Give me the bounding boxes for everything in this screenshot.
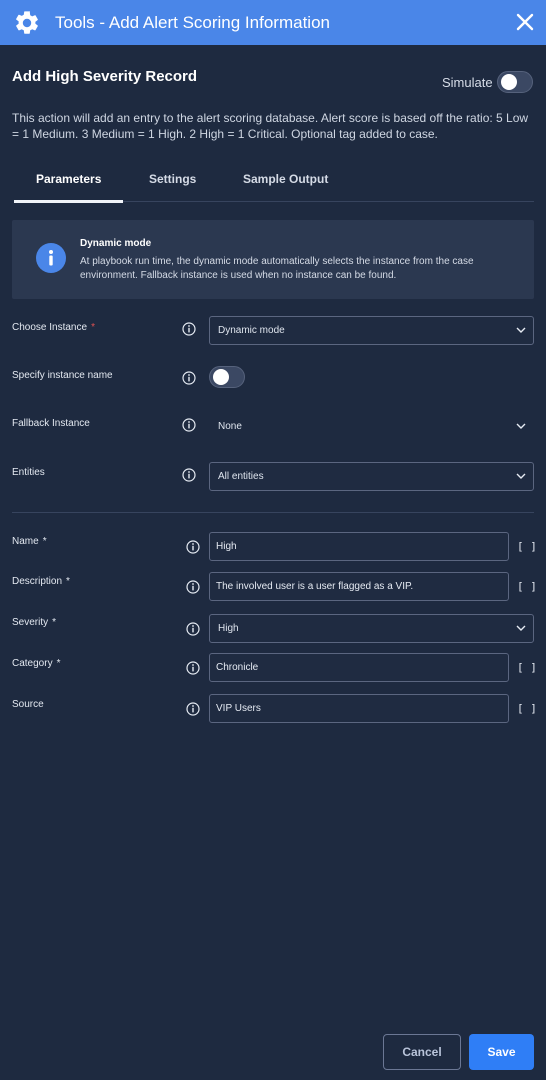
source-input[interactable]: VIP Users: [209, 694, 509, 723]
info-text: At playbook run time, the dynamic mode a…: [80, 256, 474, 281]
info-title: Dynamic mode: [80, 238, 152, 249]
specify-instance-name-toggle[interactable]: [209, 366, 245, 388]
entities-label: Entities: [12, 467, 45, 478]
cancel-button[interactable]: Cancel: [383, 1034, 461, 1070]
info-circle-icon[interactable]: [186, 622, 200, 636]
fallback-instance-label: Fallback Instance: [12, 418, 90, 429]
description-input[interactable]: The involved user is a user flagged as a…: [209, 572, 509, 601]
chevron-down-icon: [516, 327, 526, 333]
specify-instance-name-label: Specify instance name: [12, 370, 113, 381]
info-icon: [36, 243, 66, 273]
placeholder-brackets-button[interactable]: [ ]: [517, 661, 537, 674]
placeholder-brackets-button[interactable]: [ ]: [517, 702, 537, 715]
tab-settings[interactable]: Settings: [149, 172, 196, 186]
severity-select[interactable]: High: [209, 614, 534, 643]
name-input[interactable]: High: [209, 532, 509, 561]
tab-sample-output[interactable]: Sample Output: [243, 172, 328, 186]
record-title: Add High Severity Record: [12, 68, 198, 85]
active-tab-indicator: [14, 200, 123, 203]
source-label: Source: [12, 699, 44, 710]
description-label: Description *: [12, 576, 70, 587]
info-circle-icon[interactable]: [186, 661, 200, 675]
severity-label: Severity *: [12, 617, 57, 628]
placeholder-brackets-button[interactable]: [ ]: [517, 580, 537, 593]
info-circle-icon[interactable]: [182, 322, 196, 336]
chevron-down-icon: [516, 625, 526, 631]
info-circle-icon[interactable]: [186, 580, 200, 594]
window-title: Tools - Add Alert Scoring Information: [55, 13, 330, 32]
info-circle-icon[interactable]: [186, 702, 200, 716]
placeholder-brackets-button[interactable]: [ ]: [517, 540, 537, 553]
chevron-down-icon: [516, 473, 526, 479]
section-divider: [12, 512, 534, 513]
simulate-label: Simulate: [442, 75, 493, 90]
choose-instance-label: Choose Instance *: [12, 322, 95, 333]
toggle-knob: [213, 369, 229, 385]
name-label: Name *: [12, 536, 47, 547]
info-circle-icon[interactable]: [186, 540, 200, 554]
dynamic-mode-info: Dynamic mode At playbook run time, the d…: [12, 220, 534, 299]
action-description: This action will add an entry to the ale…: [12, 111, 529, 141]
entities-select[interactable]: All entities: [209, 462, 534, 491]
choose-instance-select[interactable]: Dynamic mode: [209, 316, 534, 345]
fallback-instance-select[interactable]: None: [209, 412, 534, 441]
gear-icon: [16, 11, 38, 34]
close-icon[interactable]: [515, 12, 535, 32]
simulate-toggle[interactable]: [497, 71, 533, 93]
tab-parameters[interactable]: Parameters: [36, 172, 101, 186]
chevron-down-icon: [516, 423, 526, 429]
tab-bar: Parameters Settings Sample Output: [14, 162, 534, 203]
info-circle-icon[interactable]: [182, 468, 196, 482]
save-button[interactable]: Save: [469, 1034, 534, 1070]
category-label: Category *: [12, 658, 61, 669]
toggle-knob: [501, 74, 517, 90]
info-circle-icon[interactable]: [182, 371, 196, 385]
info-circle-icon[interactable]: [182, 418, 196, 432]
category-input[interactable]: Chronicle: [209, 653, 509, 682]
title-bar: Tools - Add Alert Scoring Information: [0, 0, 546, 45]
